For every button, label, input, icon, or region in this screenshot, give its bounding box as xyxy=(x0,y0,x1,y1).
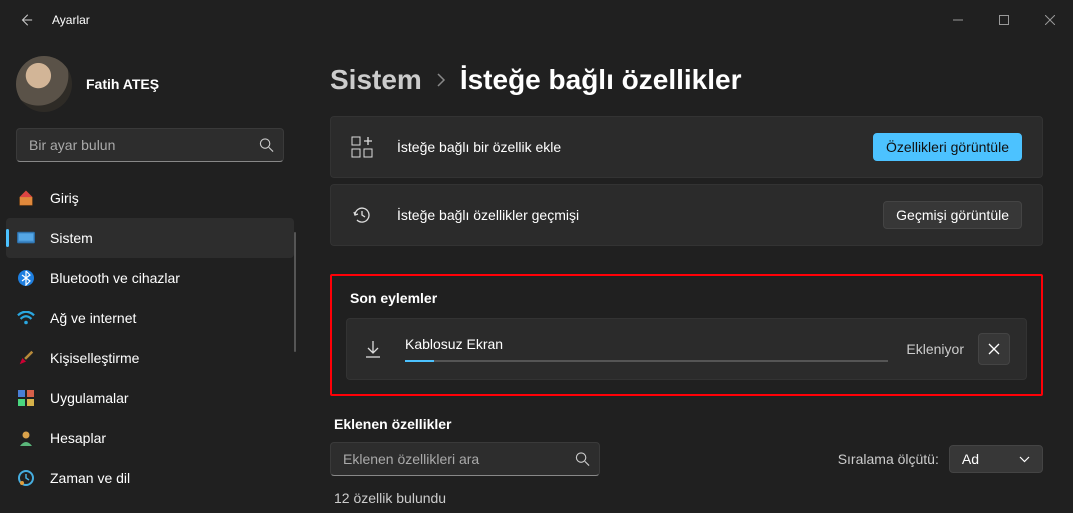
recent-actions-highlight: Son eylemler Kablosuz Ekran Ekleniyor xyxy=(330,274,1043,396)
add-feature-label: İsteğe bağlı bir özellik ekle xyxy=(397,139,561,155)
chevron-right-icon xyxy=(436,73,446,87)
minimize-button[interactable] xyxy=(935,0,981,40)
progress-bar xyxy=(405,360,888,362)
sidebar-item-accounts[interactable]: Hesaplar xyxy=(6,418,294,458)
add-feature-card: İsteğe bağlı bir özellik ekle Özellikler… xyxy=(330,116,1043,178)
view-history-button[interactable]: Geçmişi görüntüle xyxy=(883,201,1022,229)
chevron-down-icon xyxy=(1019,456,1030,463)
installed-title: Eklenen özellikler xyxy=(334,416,1043,432)
sidebar-item-home[interactable]: Giriş xyxy=(6,178,294,218)
avatar xyxy=(16,56,72,112)
sort-dropdown[interactable]: Ad xyxy=(949,445,1043,473)
apps-icon xyxy=(16,390,36,406)
brush-icon xyxy=(16,349,36,367)
search-icon xyxy=(575,452,590,467)
sidebar-item-label: Ağ ve internet xyxy=(50,310,136,326)
sidebar-item-label: Uygulamalar xyxy=(50,390,129,406)
sidebar-item-label: Kişiselleştirme xyxy=(50,350,139,366)
sidebar-item-apps[interactable]: Uygulamalar xyxy=(6,378,294,418)
features-found-label: 12 özellik bulundu xyxy=(330,490,1043,506)
breadcrumb-leaf: İsteğe bağlı özellikler xyxy=(460,64,742,96)
sidebar-item-label: Bluetooth ve cihazlar xyxy=(50,270,180,286)
home-icon xyxy=(16,189,36,207)
installed-search-input[interactable] xyxy=(330,442,600,476)
recent-action-row: Kablosuz Ekran Ekleniyor xyxy=(346,318,1027,380)
sidebar-item-label: Hesaplar xyxy=(50,430,106,446)
bluetooth-icon xyxy=(16,270,36,286)
recent-action-name: Kablosuz Ekran xyxy=(405,336,888,352)
accounts-icon xyxy=(16,430,36,446)
wifi-icon xyxy=(16,311,36,325)
sort-value: Ad xyxy=(962,451,979,467)
sidebar-item-time[interactable]: Zaman ve dil xyxy=(6,458,294,498)
cancel-button[interactable] xyxy=(978,333,1010,365)
sidebar-item-system[interactable]: Sistem xyxy=(6,218,294,258)
clock-icon xyxy=(16,470,36,486)
view-features-button[interactable]: Özellikleri görüntüle xyxy=(873,133,1022,161)
profile-name: Fatih ATEŞ xyxy=(86,76,159,92)
breadcrumb-root[interactable]: Sistem xyxy=(330,64,422,96)
sidebar-item-label: Zaman ve dil xyxy=(50,470,130,486)
sidebar-item-personalization[interactable]: Kişiselleştirme xyxy=(6,338,294,378)
system-icon xyxy=(16,231,36,245)
history-card: İsteğe bağlı özellikler geçmişi Geçmişi … xyxy=(330,184,1043,246)
sidebar-item-network[interactable]: Ağ ve internet xyxy=(6,298,294,338)
download-icon xyxy=(363,339,385,359)
sidebar-item-bluetooth[interactable]: Bluetooth ve cihazlar xyxy=(6,258,294,298)
window-title: Ayarlar xyxy=(52,13,90,27)
progress-fill xyxy=(405,360,434,362)
settings-search-input[interactable] xyxy=(16,128,284,162)
breadcrumb: Sistem İsteğe bağlı özellikler xyxy=(330,64,1043,96)
recent-action-status: Ekleniyor xyxy=(906,341,964,357)
sidebar-item-label: Sistem xyxy=(50,230,93,246)
recent-actions-title: Son eylemler xyxy=(346,290,1027,306)
history-icon xyxy=(351,204,375,226)
add-feature-icon xyxy=(351,136,375,158)
maximize-button[interactable] xyxy=(981,0,1027,40)
sort-label: Sıralama ölçütü: xyxy=(838,451,939,467)
profile[interactable]: Fatih ATEŞ xyxy=(0,48,300,128)
sidebar-item-label: Giriş xyxy=(50,190,79,206)
history-label: İsteğe bağlı özellikler geçmişi xyxy=(397,207,579,223)
sidebar-scrollbar[interactable] xyxy=(294,232,296,352)
back-button[interactable] xyxy=(12,6,40,34)
close-button[interactable] xyxy=(1027,0,1073,40)
